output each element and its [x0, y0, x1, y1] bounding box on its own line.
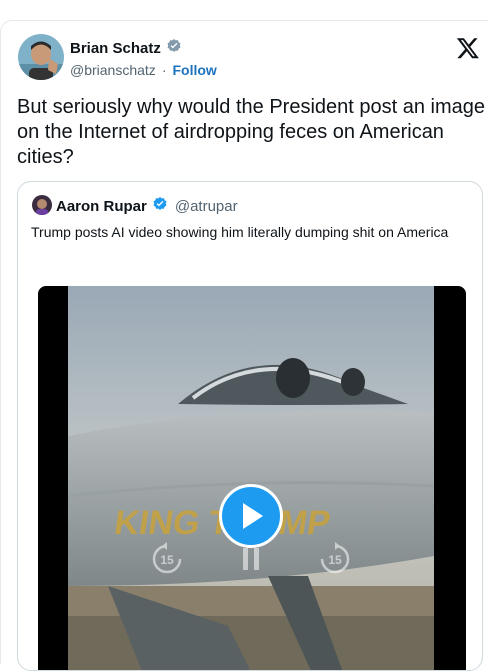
- verified-badge-icon: [166, 38, 182, 59]
- play-icon: [243, 503, 263, 529]
- quoted-header: Aaron Rupar @atrupar: [56, 196, 238, 216]
- video-frame: KING TRUMP: [68, 286, 434, 670]
- separator-dot: ·: [161, 62, 167, 78]
- author-name[interactable]: Brian Schatz: [70, 40, 161, 57]
- author-handle-row: @brianschatz · Follow: [70, 62, 217, 78]
- quoted-tweet[interactable]: Aaron Rupar @atrupar Trump posts AI vide…: [17, 181, 483, 671]
- tweet-text: But seriously why would the President po…: [17, 96, 486, 168]
- author-name-row: Brian Schatz: [70, 38, 182, 59]
- svg-text:15: 15: [160, 553, 174, 567]
- quoted-name[interactable]: Aaron Rupar: [56, 198, 147, 215]
- svg-text:15: 15: [328, 553, 342, 567]
- rewind-15-button[interactable]: 15: [150, 542, 184, 576]
- video-player[interactable]: KING TRUMP 15 15: [38, 286, 466, 670]
- author-handle[interactable]: @brianschatz: [70, 62, 156, 78]
- play-button[interactable]: [219, 484, 283, 548]
- quoted-text: Trump posts AI video showing him literal…: [31, 224, 449, 240]
- x-logo-icon[interactable]: [456, 36, 480, 60]
- author-avatar[interactable]: [18, 34, 64, 80]
- verified-badge-icon: [152, 196, 168, 216]
- quoted-handle[interactable]: @atrupar: [175, 198, 238, 215]
- forward-15-button[interactable]: 15: [318, 542, 352, 576]
- follow-button[interactable]: Follow: [172, 62, 216, 78]
- quoted-avatar[interactable]: [32, 195, 52, 215]
